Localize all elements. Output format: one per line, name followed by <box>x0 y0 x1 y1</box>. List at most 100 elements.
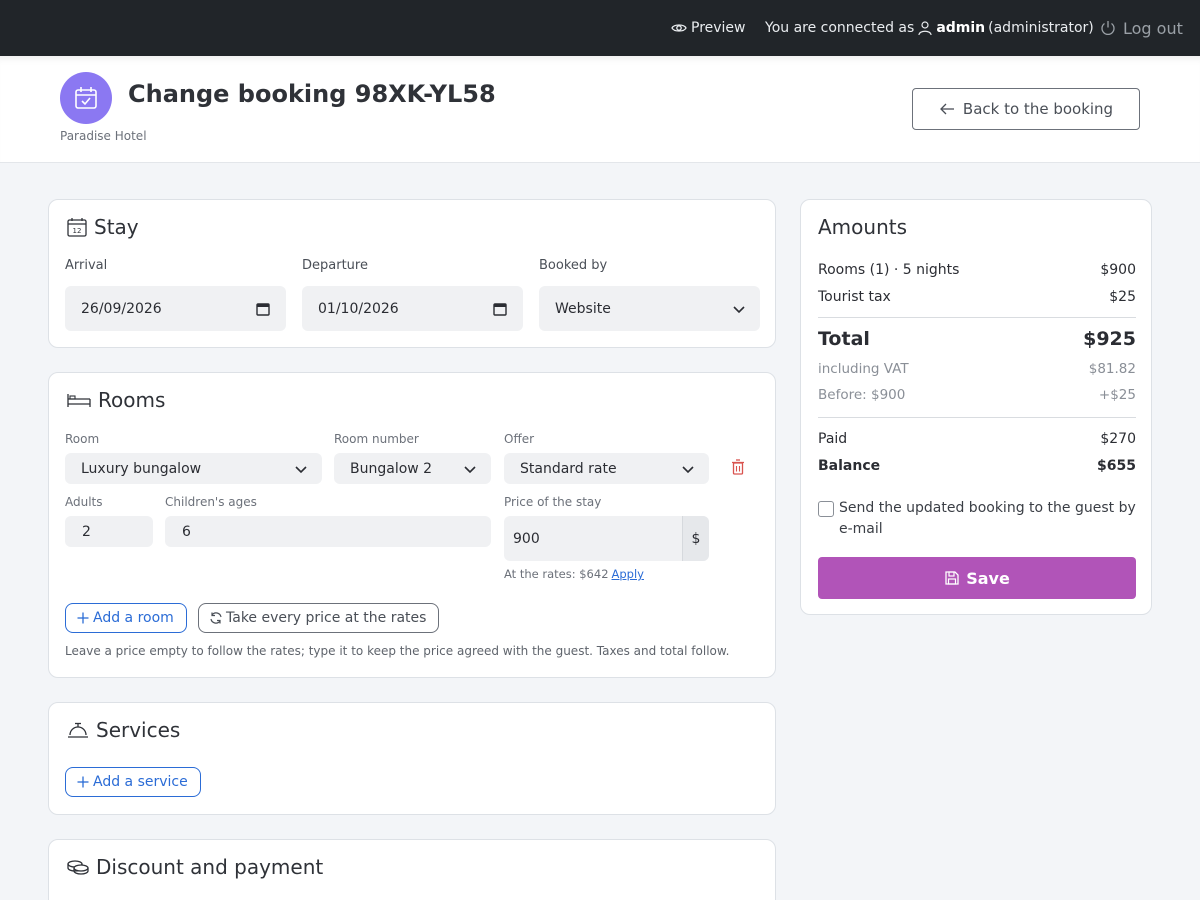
before-value: +$25 <box>1098 387 1136 403</box>
top-bar: Preview You are connected as admin (admi… <box>0 0 1200 56</box>
tax-value: $25 <box>1109 289 1136 305</box>
chevron-down-icon <box>732 302 746 316</box>
stay-title: 12 Stay <box>66 215 139 239</box>
amounts-card: Amounts Rooms (1) · 5 nights $900 Touris… <box>800 199 1152 615</box>
send-email-option: Send the updated booking to the guest by… <box>818 498 1138 540</box>
balance-row: Balance $655 <box>818 458 1136 474</box>
rates-hint: At the rates: $642 Apply <box>504 567 644 581</box>
vat-value: $81.82 <box>1088 361 1136 377</box>
trash-icon <box>732 459 744 475</box>
rooms-card: Rooms Room Luxury bungalow Room number B… <box>48 372 776 678</box>
chevron-down-icon <box>681 462 695 476</box>
paid-row: Paid $270 <box>818 431 1136 447</box>
room-number-label: Room number <box>334 432 419 446</box>
svg-text:12: 12 <box>73 227 82 235</box>
save-label: Save <box>966 568 1010 588</box>
send-email-label[interactable]: Send the updated booking to the guest by… <box>839 498 1138 540</box>
apply-rate-link[interactable]: Apply <box>612 567 644 581</box>
offer-value: Standard rate <box>520 460 617 477</box>
hotel-name: Paradise Hotel <box>60 129 147 143</box>
hotel-logo <box>60 72 112 124</box>
children-ages-label: Children's ages <box>165 495 257 509</box>
room-type-select[interactable]: Luxury bungalow <box>65 453 322 484</box>
delete-room-button[interactable] <box>731 459 745 475</box>
add-service-label: Add a service <box>93 774 188 790</box>
room-number-value: Bungalow 2 <box>350 460 433 477</box>
tax-row: Tourist tax $25 <box>818 289 1136 305</box>
connected-prefix: You are connected as <box>765 20 915 36</box>
vat-row: including VAT $81.82 <box>818 361 1136 377</box>
add-room-label: Add a room <box>93 610 174 626</box>
take-rates-label: Take every price at the rates <box>226 610 427 626</box>
room-value: Luxury bungalow <box>81 460 202 477</box>
refresh-icon <box>210 612 222 624</box>
currency-suffix: $ <box>682 516 709 561</box>
preview-link[interactable]: Preview <box>671 0 746 56</box>
page-header: Change booking 98XK-YL58 Paradise Hotel … <box>0 56 1200 163</box>
user-role: (administrator) <box>988 20 1094 36</box>
add-service-button[interactable]: Add a service <box>65 767 201 797</box>
discount-title: Discount and payment <box>66 855 323 879</box>
children-value: 6 <box>182 523 191 540</box>
rooms-amount-row: Rooms (1) · 5 nights $900 <box>818 262 1136 278</box>
rooms-title: Rooms <box>66 388 165 412</box>
services-title: Services <box>66 718 180 742</box>
room-label: Room <box>65 432 100 446</box>
bed-icon <box>67 394 91 407</box>
eye-icon <box>671 24 687 32</box>
price-input[interactable]: 900 $ <box>504 516 709 561</box>
floppy-disk-icon <box>945 571 959 585</box>
discount-card: Discount and payment <box>48 839 776 900</box>
paid-label: Paid <box>818 431 848 447</box>
booked-by-select[interactable]: Website <box>539 286 760 331</box>
calendar-icon: 12 <box>67 218 87 237</box>
total-label: Total <box>818 328 870 350</box>
stay-card: 12 Stay Arrival 26/09/2026 Departure 01/… <box>48 199 776 348</box>
rooms-amount-value: $900 <box>1100 262 1136 278</box>
chevron-down-icon <box>294 462 308 476</box>
send-email-checkbox[interactable] <box>818 501 834 517</box>
stay-title-text: Stay <box>94 215 139 239</box>
before-label: Before: $900 <box>818 387 906 403</box>
departure-value: 01/10/2026 <box>318 300 399 317</box>
user-icon <box>918 21 932 36</box>
back-to-booking-button[interactable]: Back to the booking <box>912 88 1140 130</box>
logout-button[interactable]: Log out <box>1099 0 1183 56</box>
paid-value: $270 <box>1100 431 1136 447</box>
arrival-value: 26/09/2026 <box>81 300 162 317</box>
rooms-title-text: Rooms <box>98 388 166 412</box>
plus-icon <box>77 612 89 624</box>
balance-value: $655 <box>1097 458 1136 474</box>
arrival-date-input[interactable]: 26/09/2026 <box>65 286 286 331</box>
back-label: Back to the booking <box>962 100 1114 118</box>
calendar-picker-icon[interactable] <box>493 302 507 316</box>
chevron-down-icon <box>463 462 477 476</box>
price-value: 900 <box>513 530 540 547</box>
discount-title-text: Discount and payment <box>96 855 324 879</box>
services-title-text: Services <box>96 718 181 742</box>
connected-as: You are connected as admin (administrato… <box>765 0 1094 56</box>
adults-label: Adults <box>65 495 103 509</box>
tax-label: Tourist tax <box>818 289 891 305</box>
departure-date-input[interactable]: 01/10/2026 <box>302 286 523 331</box>
calendar-picker-icon[interactable] <box>256 302 270 316</box>
adults-input[interactable]: 2 <box>65 516 153 547</box>
balance-label: Balance <box>818 458 881 474</box>
vat-label: including VAT <box>818 361 909 377</box>
amounts-title: Amounts <box>818 215 908 239</box>
total-row: Total $925 <box>818 328 1136 350</box>
plus-icon <box>77 776 89 788</box>
take-rates-button[interactable]: Take every price at the rates <box>198 603 440 633</box>
room-number-select[interactable]: Bungalow 2 <box>334 453 491 484</box>
offer-select[interactable]: Standard rate <box>504 453 709 484</box>
add-room-button[interactable]: Add a room <box>65 603 187 633</box>
page-title: Change booking 98XK-YL58 <box>128 80 496 108</box>
logout-label: Log out <box>1123 18 1183 38</box>
adults-value: 2 <box>82 523 91 540</box>
children-ages-input[interactable]: 6 <box>165 516 491 547</box>
offer-label: Offer <box>504 432 535 446</box>
save-button[interactable]: Save <box>818 557 1136 599</box>
arrival-label: Arrival <box>65 258 108 273</box>
preview-label: Preview <box>691 20 746 36</box>
price-label: Price of the stay <box>504 495 602 509</box>
